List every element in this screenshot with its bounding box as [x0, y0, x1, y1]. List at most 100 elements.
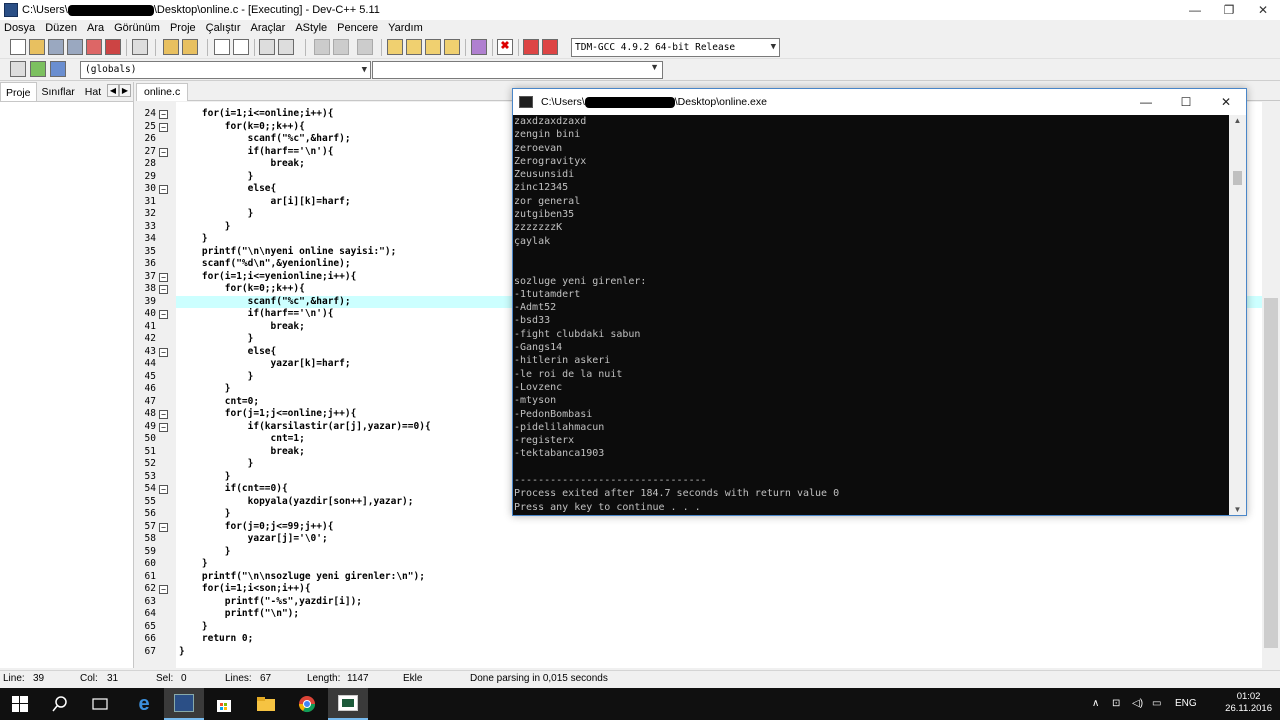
menu-pencere[interactable]: Pencere — [337, 20, 378, 36]
run-icon[interactable] — [406, 39, 422, 55]
console-close-button[interactable]: ✕ — [1206, 89, 1246, 115]
fold-toggle-icon[interactable]: − — [159, 347, 168, 357]
input-language[interactable]: ENG — [1175, 688, 1197, 720]
fold-toggle-icon[interactable]: − — [159, 185, 168, 194]
minimize-button[interactable]: — — [1178, 0, 1212, 20]
menu-calistir[interactable]: Çalıştır — [206, 20, 241, 36]
console-vertical-scrollbar[interactable]: ▲ ▼ — [1229, 115, 1246, 515]
open-file-icon[interactable] — [29, 39, 45, 55]
rebuild-icon[interactable] — [444, 39, 460, 55]
menu-duzen[interactable]: Düzen — [45, 20, 77, 36]
compile-run-icon[interactable] — [425, 39, 441, 55]
fold-toggle-icon[interactable]: − — [159, 585, 168, 594]
notification-icon[interactable]: ▭ — [1152, 688, 1161, 720]
fold-toggle-icon[interactable]: − — [159, 410, 168, 419]
fold-toggle-icon[interactable]: − — [159, 485, 168, 494]
code-line[interactable]: 66 return 0; — [136, 633, 1262, 646]
debug-icon[interactable] — [542, 39, 558, 55]
insert-icon[interactable] — [10, 61, 26, 77]
chart-icon[interactable] — [523, 39, 539, 55]
code-line[interactable]: 63 printf("-%s",yazdir[i]); — [136, 596, 1262, 609]
start-button[interactable] — [0, 688, 40, 720]
code-line[interactable]: 64 printf("\n"); — [136, 608, 1262, 621]
function-select[interactable]: ▼ — [372, 61, 663, 79]
search-button[interactable] — [40, 688, 80, 720]
menu-dosya[interactable]: Dosya — [4, 20, 35, 36]
fold-toggle-icon[interactable]: − — [159, 122, 168, 132]
taskbar-devcpp[interactable] — [164, 688, 204, 720]
code-line[interactable]: 58 yazar[j]='\0'; — [136, 533, 1262, 546]
compiler-select[interactable]: TDM-GCC 4.9.2 64-bit Release ▼ — [571, 38, 780, 57]
chevron-down-icon: ▼ — [650, 62, 659, 72]
taskbar-edge[interactable]: e — [124, 688, 164, 720]
code-line[interactable]: 60 } — [136, 558, 1262, 571]
menu-araclar[interactable]: Araçlar — [251, 20, 286, 36]
code-line[interactable]: 59 } — [136, 546, 1262, 559]
close-all-icon[interactable] — [105, 39, 121, 55]
tab-hata[interactable]: Hat — [80, 82, 106, 101]
task-view-button[interactable] — [80, 688, 120, 720]
tab-online-c[interactable]: online.c — [136, 83, 189, 101]
taskbar-store[interactable] — [204, 688, 244, 720]
menu-gorunum[interactable]: Görünüm — [114, 20, 160, 36]
tab-scroll-right-icon[interactable]: ▶ — [119, 84, 131, 97]
clock[interactable]: 01:02 26.11.2016 — [1225, 691, 1272, 715]
goto-bookmark-icon[interactable] — [50, 61, 66, 77]
console-minimize-button[interactable]: — — [1126, 89, 1166, 115]
close-file-icon[interactable] — [86, 39, 102, 55]
console-window[interactable]: C:\Users\ \Desktop\online.exe — ☐ ✕ zaxdz… — [512, 88, 1247, 516]
line-number: 66 — [144, 633, 156, 644]
close-button[interactable]: ✕ — [1246, 0, 1280, 20]
indent-icon[interactable] — [278, 39, 294, 55]
fold-toggle-icon[interactable]: − — [159, 147, 168, 157]
fold-toggle-icon[interactable]: − — [159, 110, 168, 119]
code-line[interactable]: 65 } — [136, 621, 1262, 634]
tab-scroll-left-icon[interactable]: ◀ — [107, 84, 119, 97]
scroll-down-icon[interactable]: ▼ — [1229, 505, 1246, 514]
class-browser-select[interactable]: (globals) ▼ — [80, 61, 371, 79]
status-message: Done parsing in 0,015 seconds — [470, 673, 608, 684]
find-icon[interactable] — [214, 39, 230, 55]
console-taskbar-icon — [338, 695, 358, 711]
goto-line-icon[interactable] — [259, 39, 275, 55]
console-scroll-thumb[interactable] — [1233, 171, 1242, 185]
tab-proje[interactable]: Proje — [0, 82, 37, 101]
taskbar-console[interactable] — [328, 688, 368, 720]
undo-icon[interactable] — [163, 39, 179, 55]
fold-toggle-icon[interactable]: − — [159, 272, 168, 282]
fold-toggle-icon[interactable]: − — [159, 522, 168, 532]
print-icon[interactable] — [132, 39, 148, 55]
fold-toggle-icon[interactable]: − — [159, 310, 168, 319]
menu-ara[interactable]: Ara — [87, 20, 104, 36]
code-line[interactable]: 62− for(i=1;i<son;i++){ — [136, 583, 1262, 596]
tab-siniflar[interactable]: Sınıflar — [37, 82, 80, 101]
editor-scroll-thumb[interactable] — [1264, 298, 1278, 648]
save-all-icon[interactable] — [67, 39, 83, 55]
syntax-check-icon[interactable] — [471, 39, 487, 55]
code-line[interactable]: 57− for(j=0;j<=99;j++){ — [136, 521, 1262, 534]
code-line[interactable]: 67} — [136, 646, 1262, 659]
redo-icon[interactable] — [182, 39, 198, 55]
volume-icon[interactable]: ◁) — [1132, 688, 1143, 720]
console-line: sozluge yeni girenler: — [514, 275, 647, 287]
fold-toggle-icon[interactable]: − — [159, 285, 168, 294]
editor-vertical-scrollbar[interactable] — [1262, 102, 1280, 668]
toggle-bookmark-icon[interactable] — [30, 61, 46, 77]
taskbar-chrome[interactable] — [287, 688, 327, 720]
menu-astyle[interactable]: AStyle — [295, 20, 327, 36]
code-line[interactable]: 61 printf("\n\nsozluge yeni girenler:\n"… — [136, 571, 1262, 584]
console-maximize-button[interactable]: ☐ — [1166, 89, 1206, 115]
compile-icon[interactable] — [387, 39, 403, 55]
network-icon[interactable]: ⊡ — [1112, 688, 1120, 720]
menu-yardim[interactable]: Yardım — [388, 20, 423, 36]
stop-icon[interactable]: ✖ — [497, 39, 513, 55]
replace-icon[interactable] — [233, 39, 249, 55]
menu-proje[interactable]: Proje — [170, 20, 196, 36]
tray-chevron-up-icon[interactable]: ∧ — [1092, 688, 1099, 720]
new-file-icon[interactable] — [10, 39, 26, 55]
maximize-button[interactable]: ❐ — [1212, 0, 1246, 20]
scroll-up-icon[interactable]: ▲ — [1229, 116, 1246, 125]
fold-toggle-icon[interactable]: − — [159, 422, 168, 432]
save-icon[interactable] — [48, 39, 64, 55]
taskbar-file-explorer[interactable] — [246, 688, 286, 720]
